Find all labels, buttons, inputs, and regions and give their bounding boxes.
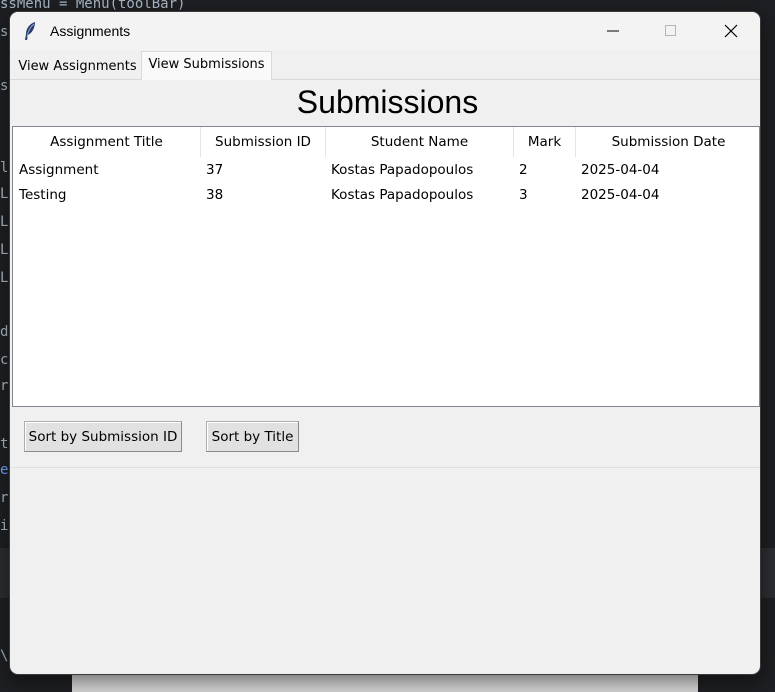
feather-icon [22,20,38,42]
table-header: Assignment Title Submission ID Student N… [13,127,759,157]
column-header-mark[interactable]: Mark [514,127,576,157]
tab-view-assignments[interactable]: View Assignments [14,54,141,79]
column-header-submission-id[interactable]: Submission ID [201,127,326,157]
cell-mark: 2 [519,161,528,178]
submissions-table[interactable]: Assignment Title Submission ID Student N… [12,126,760,407]
bg-code-line: ssMenu = Menu(toolBar) [0,0,186,12]
cell-student-name: Kostas Papadopoulos [331,186,474,203]
minimize-icon[interactable] [584,12,642,50]
cell-submission-date: 2025-04-04 [581,186,660,203]
cell-submission-date: 2025-04-04 [581,161,660,178]
tab-view-submissions[interactable]: View Submissions [141,51,272,80]
bg-code-line: d [0,324,9,340]
cell-assignment-title: Assignment [19,161,99,178]
bg-code-line: \ [0,648,9,664]
cell-assignment-title: Testing [19,186,67,203]
page-title: Submissions [296,84,479,120]
sort-by-title-button[interactable]: Sort by Title [206,421,299,452]
button-bar: Sort by Submission ID Sort by Title [10,407,760,468]
cell-submission-id: 38 [206,186,224,203]
title-bar[interactable]: Assignments [10,12,760,50]
close-icon[interactable] [702,12,760,50]
cell-mark: 3 [519,186,528,203]
bg-bottom-bar [72,672,698,692]
bg-code-line: t [0,436,9,452]
column-header-submission-date[interactable]: Submission Date [576,127,760,157]
table-row[interactable]: Testing 38 Kostas Papadopoulos 3 2025-04… [13,182,759,207]
table-row[interactable]: Assignment 37 Kostas Papadopoulos 2 2025… [13,157,759,182]
window-title: Assignments [50,23,131,39]
sort-by-submission-id-button[interactable]: Sort by Submission ID [24,421,182,452]
cell-student-name: Kostas Papadopoulos [331,161,474,178]
cell-submission-id: 37 [206,161,224,178]
notebook-tabs: View Assignments View Submissions [10,50,760,80]
column-header-student-name[interactable]: Student Name [326,127,514,157]
column-header-assignment-title[interactable]: Assignment Title [13,127,201,157]
assignments-window: Assignments View Assignments View Submis… [10,12,760,674]
maximize-icon[interactable] [642,12,700,50]
